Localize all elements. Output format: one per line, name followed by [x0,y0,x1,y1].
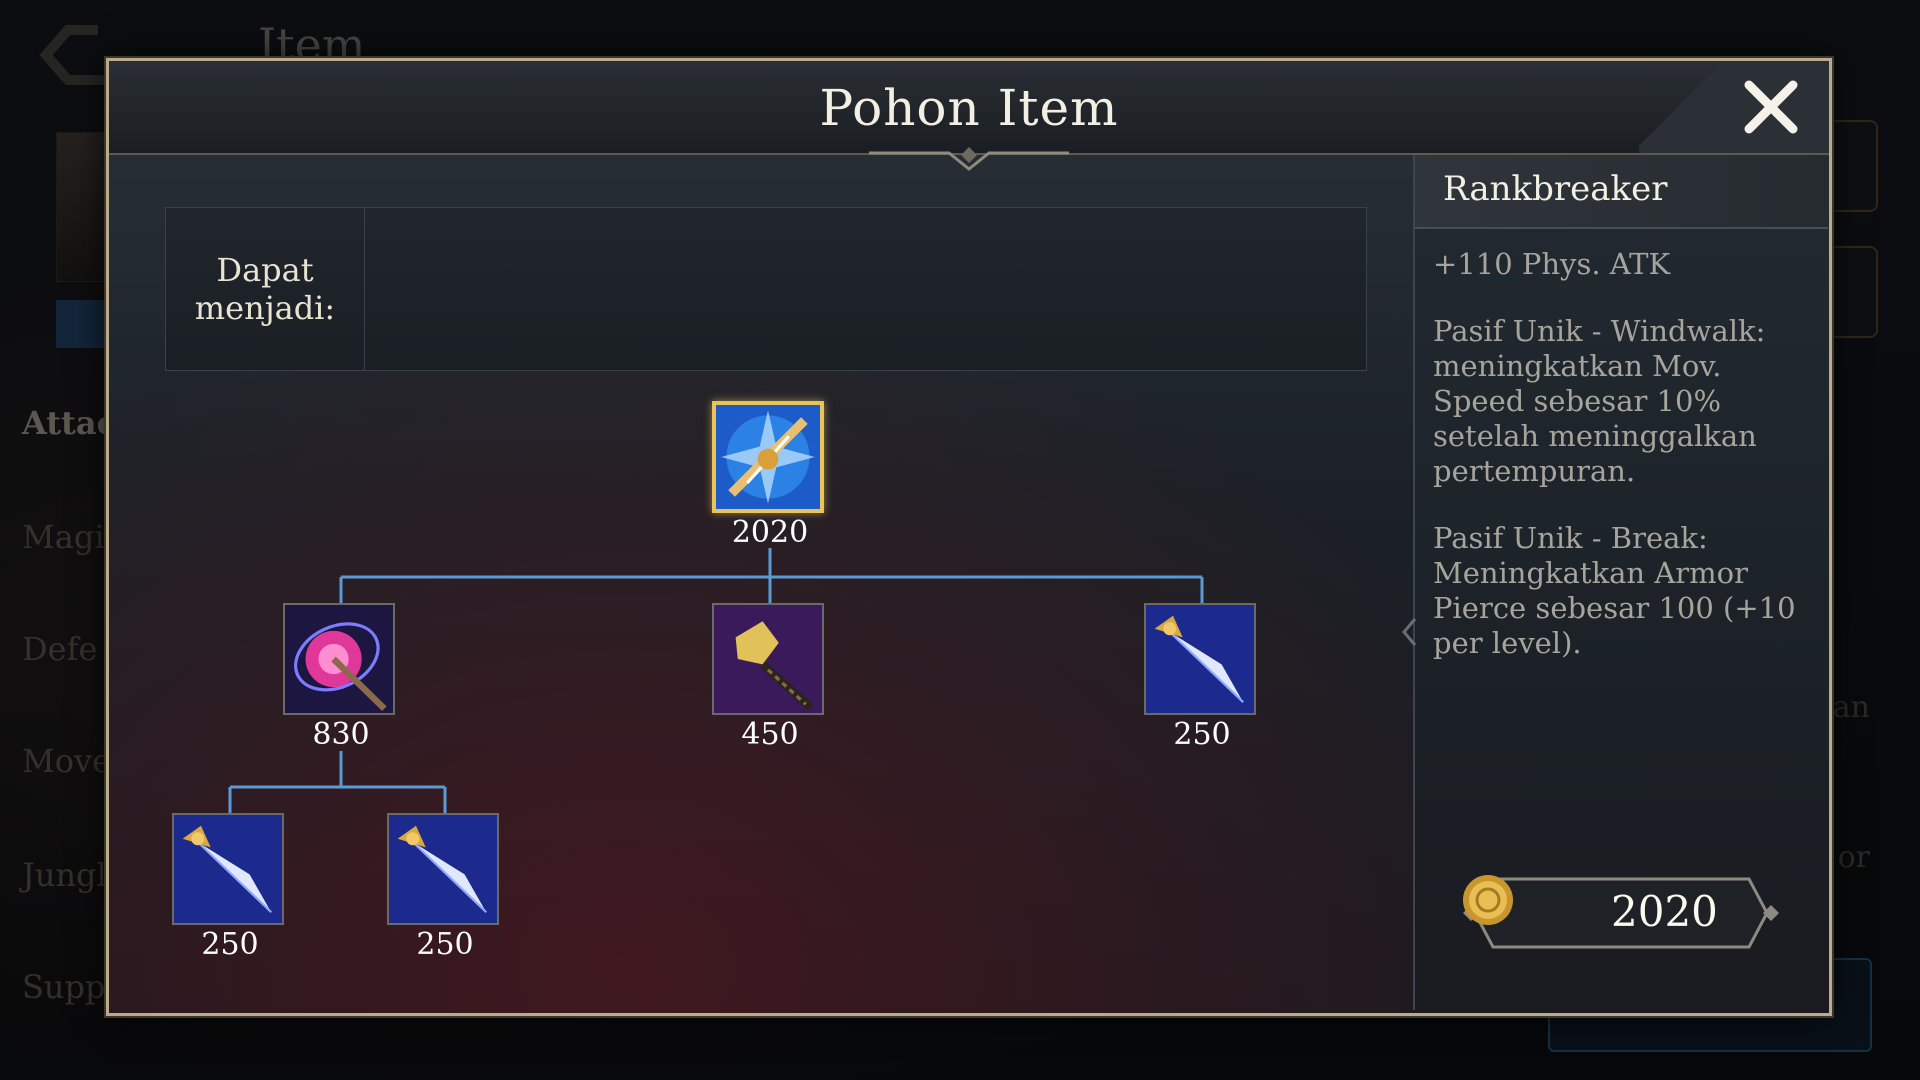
item-detail-panel: Rankbreaker +110 Phys. ATK Pasif Unik - … [1402,155,1828,1010]
dagger-icon [387,813,499,925]
item-name-bar: Rankbreaker [1415,155,1828,229]
item-price: 2020 [731,515,809,550]
item-name: Rankbreaker [1443,169,1668,209]
tree-item-hammer[interactable]: 450 [712,603,828,752]
item-price: 250 [416,927,474,962]
dialog-header: Pohon Item [109,61,1829,155]
header-ornament [869,147,1069,171]
item-price: 830 [312,717,370,752]
item-tree-dialog: Pohon Item Dapat menjadi: 2020 830 450 2… [106,58,1832,1016]
magic-orb-icon [283,603,395,715]
price-plate: 2020 [1461,873,1781,953]
item-price: 250 [201,927,259,962]
item-price: 250 [1173,717,1231,752]
tree-item-dagger-right[interactable]: 250 [387,813,503,962]
panel-arrow-icon [1402,618,1417,646]
dialog-title: Pohon Item [819,79,1119,137]
item-price: 450 [741,717,799,752]
can-become-panel: Dapat menjadi: [165,207,1367,371]
close-icon[interactable] [1739,75,1803,139]
item-passive-windwalk: Pasif Unik - Windwalk: meningkatkan Mov.… [1433,314,1766,488]
can-become-label: Dapat menjadi: [194,251,336,327]
dagger-icon [1144,603,1256,715]
tree-item-dagger-left[interactable]: 250 [172,813,288,962]
item-description: +110 Phys. ATK Pasif Unik - Windwalk: me… [1433,247,1813,693]
can-become-label-cell: Dapat menjadi: [166,208,365,370]
tree-item-dagger[interactable]: 250 [1144,603,1260,752]
hammer-icon [712,603,824,715]
dagger-icon [172,813,284,925]
tree-item-root[interactable]: 2020 [712,401,828,550]
item-passive-break: Pasif Unik - Break: Meningkatkan Armor P… [1433,521,1796,660]
tree-item-orb[interactable]: 830 [283,603,399,752]
item-stat: +110 Phys. ATK [1433,247,1671,281]
total-price: 2020 [1611,887,1718,936]
rankbreaker-icon [712,401,824,513]
gold-coin-icon [1463,875,1513,925]
